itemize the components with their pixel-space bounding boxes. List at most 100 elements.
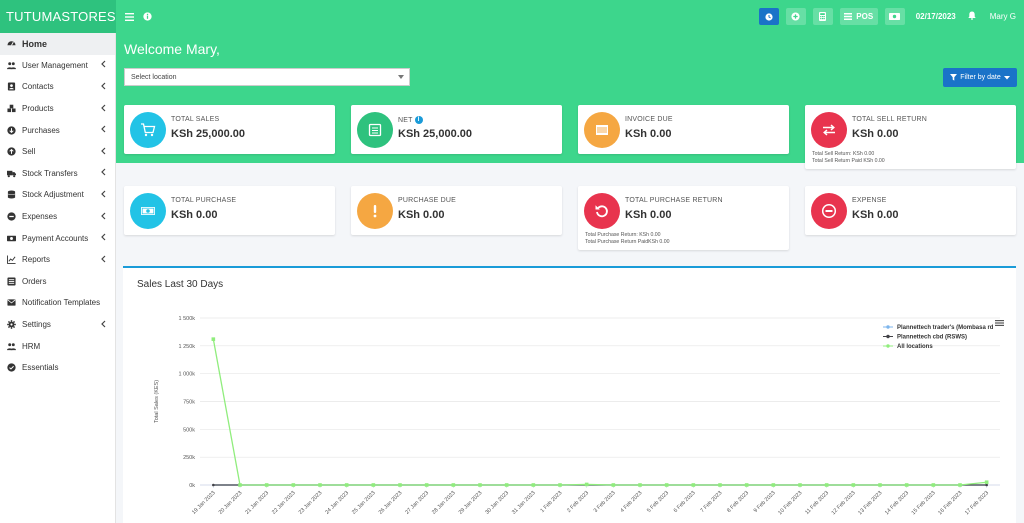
info-icon[interactable]: i	[414, 116, 423, 124]
sidebar-item-settings[interactable]: Settings	[0, 314, 115, 336]
chevron-left-icon	[101, 255, 106, 264]
sidebar-item-hrm[interactable]: HRM	[0, 335, 115, 357]
pos-button[interactable]: POS	[839, 8, 878, 25]
filter-by-date-button[interactable]: Filter by date	[943, 68, 1017, 87]
data-point[interactable]	[958, 483, 962, 487]
data-point[interactable]	[798, 483, 802, 487]
notification-bell-icon[interactable]	[968, 11, 976, 22]
chevron-left-icon	[101, 104, 106, 113]
sidebar-item-products[interactable]: Products	[0, 98, 115, 120]
stat-card-label-text: INVOICE DUE	[625, 116, 673, 123]
x-tick-label: 7 Feb 2023	[699, 490, 723, 514]
series-line	[212, 339, 987, 486]
data-point[interactable]	[851, 483, 856, 487]
x-tick-label: 17 Feb 2023	[964, 490, 990, 516]
data-point[interactable]	[718, 483, 722, 487]
x-tick-label: 15 Feb 2023	[911, 490, 937, 516]
data-point[interactable]	[344, 483, 349, 487]
dashboard-icon	[6, 39, 16, 49]
data-point[interactable]	[478, 483, 482, 487]
data-point[interactable]	[824, 483, 829, 487]
x-tick-label: 5 Feb 2023	[646, 490, 670, 514]
filter-icon	[950, 74, 958, 81]
data-point[interactable]	[664, 483, 669, 487]
sidebar-item-reports[interactable]: Reports	[0, 249, 115, 271]
todays-profit-button[interactable]	[884, 8, 905, 25]
legend-swatch-marker	[886, 344, 890, 348]
legend-swatch-marker	[886, 325, 890, 329]
sidebar-item-stock-transfers[interactable]: Stock Transfers	[0, 163, 115, 185]
sidebar-item-orders[interactable]: Orders	[0, 271, 115, 293]
sidebar-item-label: Reports	[22, 255, 51, 265]
minus-circle-icon	[811, 193, 847, 229]
chart-menu-icon[interactable]	[995, 320, 1004, 326]
data-point[interactable]	[584, 482, 589, 487]
data-point[interactable]	[318, 483, 322, 487]
sidebar-item-essentials[interactable]: Essentials	[0, 357, 115, 379]
data-point[interactable]	[771, 483, 776, 487]
sidebar-item-payment-accounts[interactable]: Payment Accounts	[0, 227, 115, 249]
stat-card-value: KSh 0.00	[852, 128, 899, 140]
data-point[interactable]	[291, 483, 296, 487]
clock-icon	[765, 12, 773, 21]
sidebar-item-contacts[interactable]: Contacts	[0, 76, 115, 98]
x-tick-label: 13 Feb 2023	[857, 490, 883, 516]
data-point[interactable]	[371, 483, 376, 487]
data-point[interactable]	[611, 483, 616, 487]
sidebar-item-expenses[interactable]: Expenses	[0, 206, 115, 228]
data-point[interactable]	[904, 483, 909, 487]
info-icon[interactable]	[142, 12, 152, 22]
data-point[interactable]	[531, 483, 536, 487]
brand-logo[interactable]: TUTUMASTORES	[0, 0, 116, 33]
data-point[interactable]	[424, 483, 429, 487]
data-point[interactable]	[238, 483, 242, 487]
sidebar-item-label: Products	[22, 104, 54, 114]
legend-item[interactable]: Plannettech trader's (Mombasa rd	[897, 325, 994, 331]
data-point[interactable]	[931, 483, 936, 487]
sidebar-item-label: Sell	[22, 147, 36, 157]
quick-add-button[interactable]	[785, 8, 806, 25]
sidebar-item-sell[interactable]: Sell	[0, 141, 115, 163]
x-tick-label: 10 Feb 2023	[777, 490, 803, 516]
stat-card-total-purchase: TOTAL PURCHASE KSh 0.00	[124, 186, 335, 235]
data-point[interactable]	[264, 483, 269, 487]
legend-item[interactable]: All locations	[897, 344, 933, 350]
hamburger-menu-icon[interactable]	[124, 12, 134, 22]
user-menu[interactable]: Mary G	[990, 12, 1016, 21]
data-point[interactable]	[985, 483, 988, 487]
data-point[interactable]	[398, 483, 402, 487]
stat-card-net: NET i KSh 25,000.00	[351, 105, 562, 154]
data-point[interactable]	[451, 483, 456, 487]
data-point[interactable]	[878, 483, 882, 487]
stat-card-value: KSh 0.00	[625, 128, 672, 140]
stat-card-value: KSh 0.00	[852, 209, 899, 221]
data-point[interactable]	[504, 483, 509, 487]
sidebar-item-stock-adjustment[interactable]: Stock Adjustment	[0, 184, 115, 206]
document-icon	[357, 112, 393, 148]
sidebar-item-purchases[interactable]: Purchases	[0, 119, 115, 141]
y-tick-label: 0k	[189, 483, 195, 489]
data-point[interactable]	[691, 483, 696, 487]
location-select[interactable]: Select location	[124, 68, 410, 86]
data-point[interactable]	[211, 337, 216, 341]
x-tick-label: 20 Jan 2023	[218, 490, 244, 516]
stat-card-label: NET i	[398, 116, 423, 124]
data-point[interactable]	[558, 483, 562, 487]
stat-card-label: INVOICE DUE	[625, 116, 673, 123]
chevron-left-icon	[101, 233, 106, 243]
legend-item[interactable]: Plannettech cbd (RSWS)	[897, 335, 967, 341]
sidebar-item-notification-templates[interactable]: Notification Templates	[0, 292, 115, 314]
x-tick-label: 14 Feb 2023	[884, 490, 910, 516]
stat-card-label-text: TOTAL PURCHASE	[171, 197, 237, 204]
clock-in-button[interactable]	[758, 8, 779, 25]
x-tick-label: 12 Feb 2023	[831, 490, 857, 516]
sidebar-item-user-management[interactable]: User Management	[0, 55, 115, 77]
data-point[interactable]	[638, 483, 642, 487]
stat-card-label-text: TOTAL SELL RETURN	[852, 116, 927, 123]
calculator-button[interactable]	[812, 8, 833, 25]
data-point[interactable]	[984, 480, 989, 485]
data-point[interactable]	[744, 483, 749, 487]
sidebar-item-home[interactable]: Home	[0, 33, 115, 55]
data-point[interactable]	[212, 483, 215, 487]
x-tick-label: 29 Jan 2023	[458, 490, 484, 516]
